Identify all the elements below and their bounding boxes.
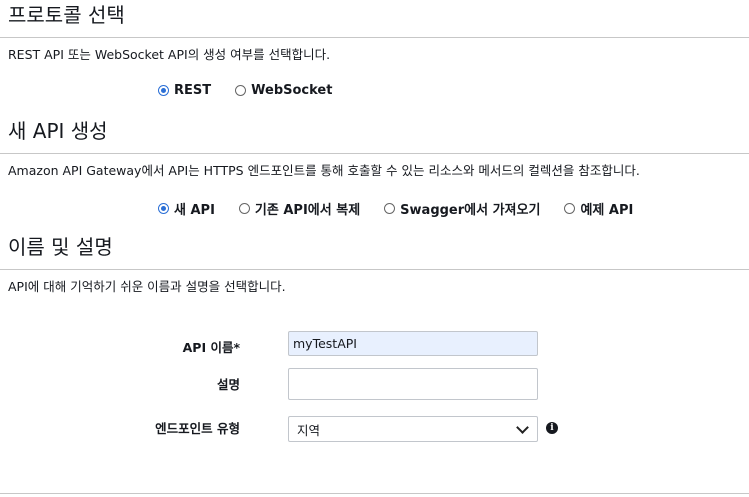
- new-api-option-clone[interactable]: 기존 API에서 복제: [238, 199, 361, 218]
- endpoint-type-select[interactable]: 지역: [288, 416, 538, 442]
- new-api-option-new[interactable]: 새 API: [158, 199, 215, 218]
- radio-new-api[interactable]: [158, 203, 169, 214]
- protocol-option-websocket[interactable]: WebSocket: [235, 83, 332, 98]
- new-api-section-title: 새 API 생성: [8, 119, 108, 143]
- protocol-description: REST API 또는 WebSocket API의 생성 여부를 선택합니다.: [8, 47, 331, 62]
- protocol-divider: [0, 37, 749, 38]
- new-api-divider: [0, 153, 749, 154]
- api-name-input[interactable]: [288, 331, 538, 356]
- protocol-radio-group: REST WebSocket: [158, 83, 356, 98]
- radio-rest[interactable]: [158, 85, 169, 96]
- protocol-option-rest[interactable]: REST: [158, 83, 211, 98]
- radio-websocket[interactable]: [235, 85, 247, 96]
- protocol-option-websocket-label: WebSocket: [251, 83, 333, 98]
- description-label: 설명: [216, 377, 240, 392]
- chevron-down-icon: [516, 420, 529, 434]
- name-desc-section-title: 이름 및 설명: [8, 235, 113, 259]
- new-api-option-clone-label: 기존 API에서 복제: [254, 203, 361, 218]
- new-api-description: Amazon API Gateway에서 API는 HTTPS 엔드포인트를 통…: [8, 163, 640, 178]
- radio-clone-api[interactable]: [238, 203, 250, 214]
- radio-example-api[interactable]: [564, 203, 576, 214]
- new-api-option-example-label: 예제 API: [580, 203, 634, 218]
- protocol-section-title: 프로토콜 선택: [8, 3, 125, 27]
- endpoint-type-value: 지역: [297, 422, 321, 438]
- description-input[interactable]: [288, 368, 538, 400]
- new-api-option-swagger[interactable]: Swagger에서 가져오기: [384, 199, 540, 218]
- info-icon[interactable]: i: [546, 422, 558, 434]
- new-api-radio-group: 새 API 기존 API에서 복제 Swagger에서 가져오기 예제 API: [158, 199, 657, 218]
- name-desc-divider: [0, 269, 749, 270]
- api-name-label: API 이름*: [182, 340, 240, 355]
- footer-divider: [0, 493, 749, 494]
- name-desc-description: API에 대해 기억하기 쉬운 이름과 설명을 선택합니다.: [8, 279, 286, 294]
- new-api-option-new-label: 새 API: [174, 203, 215, 218]
- new-api-option-swagger-label: Swagger에서 가져오기: [400, 203, 541, 218]
- endpoint-type-label: 엔드포인트 유형: [155, 421, 240, 436]
- radio-swagger[interactable]: [384, 203, 396, 214]
- new-api-option-example[interactable]: 예제 API: [564, 199, 633, 218]
- protocol-option-rest-label: REST: [174, 83, 212, 98]
